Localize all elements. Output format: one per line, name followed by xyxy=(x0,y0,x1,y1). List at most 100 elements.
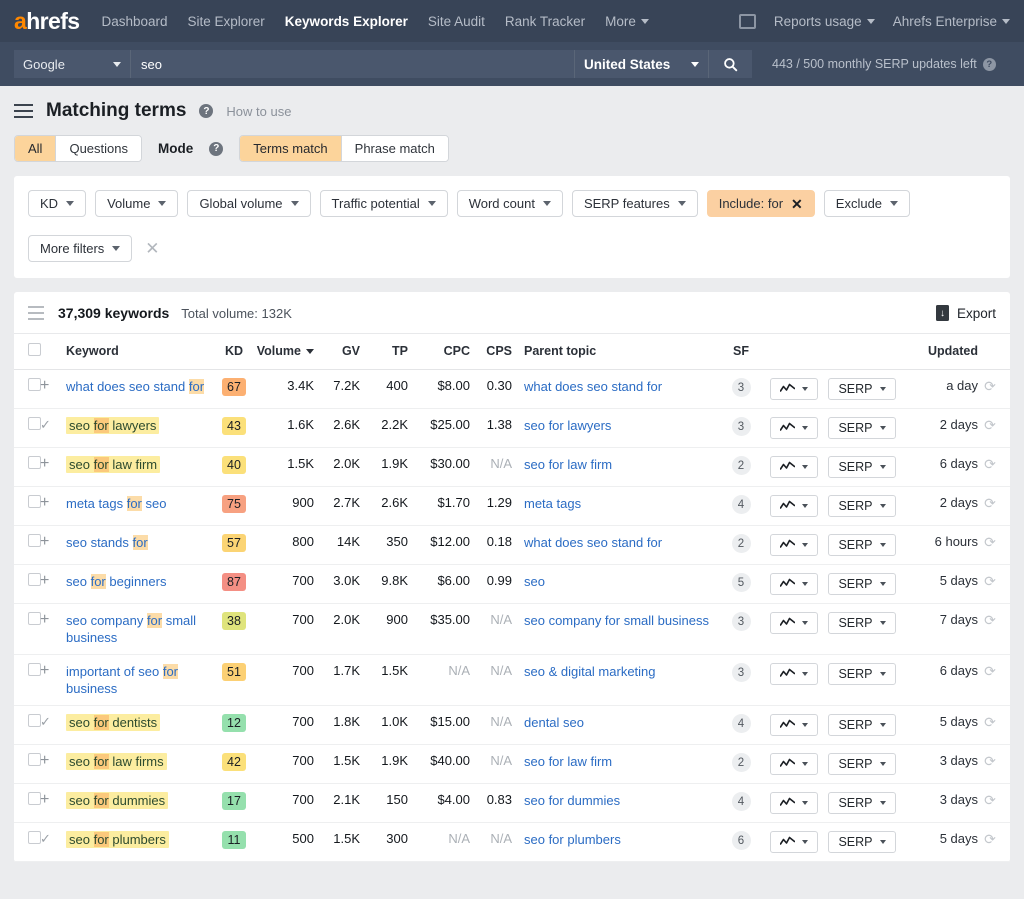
clear-filters-icon[interactable]: ✕ xyxy=(141,239,163,259)
sparkline-button[interactable] xyxy=(770,534,818,556)
parent-topic-link[interactable]: seo for law firm xyxy=(524,754,612,769)
question-mark-icon[interactable]: ? xyxy=(209,142,223,156)
sparkline-button[interactable] xyxy=(770,831,818,853)
keyword-link[interactable]: seo for plumbers xyxy=(66,831,169,848)
search-engine-select[interactable]: Google xyxy=(14,50,130,78)
sf-badge[interactable]: 2 xyxy=(732,456,751,475)
sparkline-button[interactable] xyxy=(770,753,818,775)
keyword-link[interactable]: seo stands for xyxy=(66,535,148,550)
refresh-icon[interactable]: ⟳ xyxy=(984,831,996,847)
parent-topic-link[interactable]: seo for law firm xyxy=(524,457,612,472)
add-keyword-icon[interactable]: + xyxy=(40,572,49,589)
sparkline-button[interactable] xyxy=(770,417,818,439)
keyword-added-icon[interactable]: ✓ xyxy=(40,831,51,846)
sparkline-button[interactable] xyxy=(770,714,818,736)
parent-topic-link[interactable]: what does seo stand for xyxy=(524,535,662,550)
sf-badge[interactable]: 3 xyxy=(732,612,751,631)
parent-topic-link[interactable]: seo & digital marketing xyxy=(524,664,656,679)
serp-button[interactable]: SERP xyxy=(828,612,896,634)
message-icon[interactable] xyxy=(739,14,756,29)
add-keyword-icon[interactable]: + xyxy=(40,377,49,394)
serp-button[interactable]: SERP xyxy=(828,534,896,556)
search-submit-button[interactable] xyxy=(708,50,752,78)
sf-badge[interactable]: 3 xyxy=(732,417,751,436)
add-keyword-icon[interactable]: + xyxy=(40,533,49,550)
serp-button[interactable]: SERP xyxy=(828,378,896,400)
filter-global-volume[interactable]: Global volume xyxy=(187,190,310,217)
sf-badge[interactable]: 5 xyxy=(732,573,751,592)
nav-item-site-explorer[interactable]: Site Explorer xyxy=(188,14,265,29)
hamburger-icon[interactable] xyxy=(14,104,33,118)
parent-topic-link[interactable]: seo for lawyers xyxy=(524,418,611,433)
filter-word-count[interactable]: Word count xyxy=(457,190,563,217)
sf-badge[interactable]: 4 xyxy=(732,792,751,811)
keyword-link[interactable]: seo for dummies xyxy=(66,792,168,809)
refresh-icon[interactable]: ⟳ xyxy=(984,714,996,730)
list-icon[interactable] xyxy=(28,306,44,320)
serp-button[interactable]: SERP xyxy=(828,573,896,595)
parent-topic-link[interactable]: seo xyxy=(524,574,545,589)
parent-topic-link[interactable]: seo company for small business xyxy=(524,613,709,628)
country-select[interactable]: United States xyxy=(574,50,708,78)
filter-more-filters[interactable]: More filters xyxy=(28,235,132,262)
keyword-link[interactable]: seo for lawyers xyxy=(66,417,159,434)
refresh-icon[interactable]: ⟳ xyxy=(984,495,996,511)
add-keyword-icon[interactable]: + xyxy=(40,494,49,511)
sf-badge[interactable]: 4 xyxy=(732,714,751,733)
add-keyword-icon[interactable]: + xyxy=(40,662,49,679)
close-icon[interactable]: ✕ xyxy=(791,197,803,211)
sparkline-button[interactable] xyxy=(770,456,818,478)
ahrefs-logo[interactable]: ahrefs xyxy=(14,8,79,35)
parent-topic-link[interactable]: meta tags xyxy=(524,496,581,511)
scope-tab-questions[interactable]: Questions xyxy=(55,136,141,161)
refresh-icon[interactable]: ⟳ xyxy=(984,663,996,679)
sf-badge[interactable]: 6 xyxy=(732,831,751,850)
add-keyword-icon[interactable]: + xyxy=(40,611,49,628)
refresh-icon[interactable]: ⟳ xyxy=(984,417,996,433)
serp-button[interactable]: SERP xyxy=(828,714,896,736)
sf-badge[interactable]: 4 xyxy=(732,495,751,514)
nav-item-keywords-explorer[interactable]: Keywords Explorer xyxy=(285,14,408,29)
refresh-icon[interactable]: ⟳ xyxy=(984,792,996,808)
serp-button[interactable]: SERP xyxy=(828,753,896,775)
filter-kd[interactable]: KD xyxy=(28,190,86,217)
nav-item-site-audit[interactable]: Site Audit xyxy=(428,14,485,29)
th-gv[interactable]: GV xyxy=(314,334,360,370)
keyword-link[interactable]: seo for dentists xyxy=(66,714,160,731)
keyword-added-icon[interactable]: ✓ xyxy=(40,417,51,432)
serp-button[interactable]: SERP xyxy=(828,792,896,814)
keyword-link[interactable]: seo for law firm xyxy=(66,456,160,473)
keyword-link[interactable]: important of seo for business xyxy=(66,664,178,696)
sparkline-button[interactable] xyxy=(770,792,818,814)
refresh-icon[interactable]: ⟳ xyxy=(984,573,996,589)
refresh-icon[interactable]: ⟳ xyxy=(984,612,996,628)
sf-badge[interactable]: 3 xyxy=(732,378,751,397)
serp-button[interactable]: SERP xyxy=(828,456,896,478)
th-kd[interactable]: KD xyxy=(216,334,252,370)
keyword-link[interactable]: seo for law firms xyxy=(66,753,167,770)
match-tab-terms-match[interactable]: Terms match xyxy=(240,136,340,161)
match-tab-phrase-match[interactable]: Phrase match xyxy=(341,136,448,161)
nav-account-menu[interactable]: Ahrefs Enterprise xyxy=(893,14,1010,29)
keyword-added-icon[interactable]: ✓ xyxy=(40,714,51,729)
th-cpc[interactable]: CPC xyxy=(408,334,470,370)
sparkline-button[interactable] xyxy=(770,573,818,595)
refresh-icon[interactable]: ⟳ xyxy=(984,534,996,550)
refresh-icon[interactable]: ⟳ xyxy=(984,378,996,394)
sparkline-button[interactable] xyxy=(770,612,818,634)
refresh-icon[interactable]: ⟳ xyxy=(984,456,996,472)
filter-traffic-potential[interactable]: Traffic potential xyxy=(320,190,448,217)
keyword-link[interactable]: seo company for small business xyxy=(66,613,196,645)
refresh-icon[interactable]: ⟳ xyxy=(984,753,996,769)
export-button[interactable]: Export xyxy=(936,305,996,321)
th-updated[interactable]: Updated xyxy=(908,334,982,370)
add-keyword-icon[interactable]: + xyxy=(40,791,49,808)
serp-button[interactable]: SERP xyxy=(828,495,896,517)
how-to-use-link[interactable]: How to use xyxy=(226,104,291,119)
parent-topic-link[interactable]: dental seo xyxy=(524,715,584,730)
th-volume[interactable]: Volume xyxy=(252,334,314,370)
add-keyword-icon[interactable]: + xyxy=(40,752,49,769)
nav-reports-usage[interactable]: Reports usage xyxy=(774,14,875,29)
th-parent-topic[interactable]: Parent topic xyxy=(512,334,712,370)
nav-item-dashboard[interactable]: Dashboard xyxy=(101,14,167,29)
